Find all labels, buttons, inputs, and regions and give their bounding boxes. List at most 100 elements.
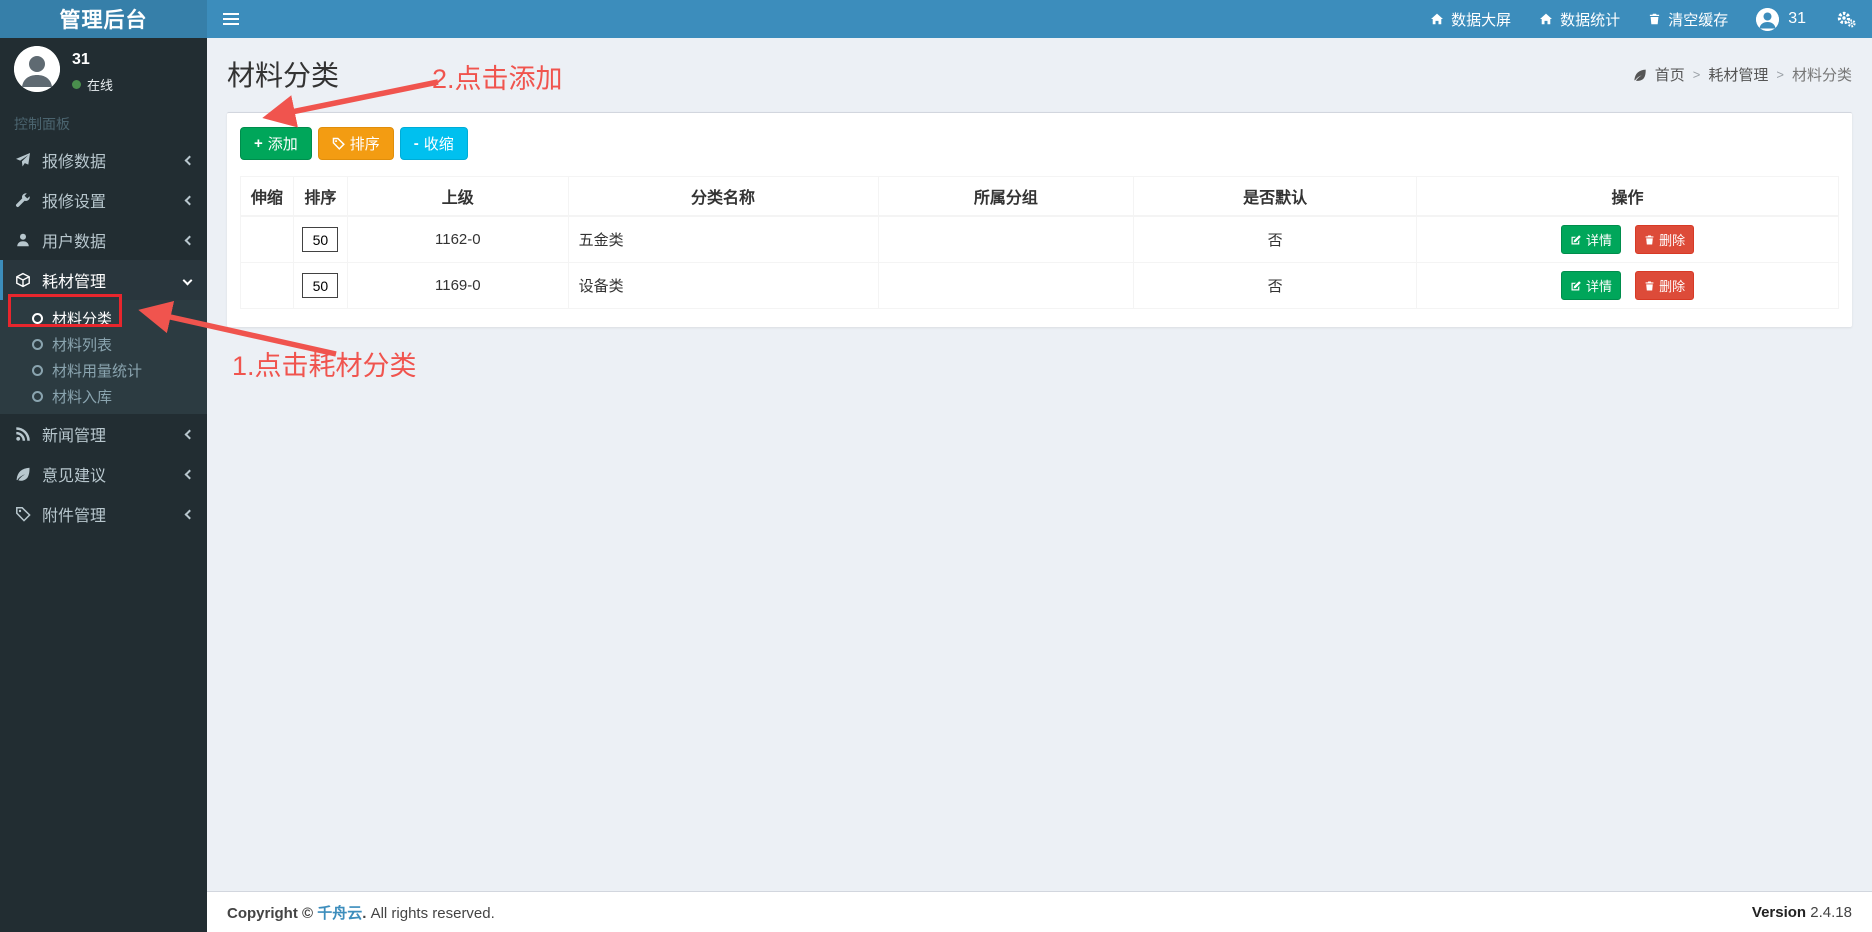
breadcrumb: 首页 > 耗材管理 > 材料分类 bbox=[1633, 64, 1852, 85]
cell-name: 设备类 bbox=[567, 262, 879, 309]
sort-button[interactable]: 排序 bbox=[317, 127, 394, 160]
user-menu[interactable]: 31 bbox=[1742, 0, 1820, 38]
hamburger-icon bbox=[223, 13, 239, 15]
nav-clear-cache[interactable]: 清空缓存 bbox=[1634, 0, 1742, 38]
sidebar-item-feedback[interactable]: 意见建议 bbox=[0, 454, 207, 494]
leaf-icon bbox=[1634, 69, 1646, 81]
breadcrumb-consumables[interactable]: 耗材管理 bbox=[1708, 64, 1768, 85]
chevron-down-icon bbox=[182, 275, 193, 285]
delete-button[interactable]: 删除 bbox=[1635, 271, 1695, 300]
toolbar: + 添加 排序 - 收缩 bbox=[240, 127, 1839, 160]
detail-button[interactable]: 详情 bbox=[1560, 271, 1621, 300]
cell-name: 五金类 bbox=[567, 215, 879, 263]
circle-icon bbox=[32, 312, 43, 324]
app-logo[interactable]: 管理后台 bbox=[0, 0, 207, 38]
top-navbar: 管理后台 数据大屏 数据统计 清空缓存 31 bbox=[0, 0, 1872, 38]
col-name: 分类名称 bbox=[567, 176, 879, 217]
trash-icon bbox=[1645, 281, 1654, 290]
category-table: 伸缩 排序 上级 分类名称 所属分组 是否默认 操作 1162-0 五金类 否 bbox=[240, 176, 1839, 309]
footer: Copyright © 千舟云. All rights reserved. Ve… bbox=[207, 891, 1872, 932]
tag-icon bbox=[332, 137, 345, 150]
consumables-submenu: 材料分类 材料列表 材料用量统计 材料入库 bbox=[0, 300, 207, 414]
col-parent: 上级 bbox=[347, 176, 569, 217]
user-icon bbox=[14, 232, 32, 248]
version-label: Version 2.4.18 bbox=[1751, 903, 1852, 921]
leaf-icon bbox=[14, 466, 32, 482]
cell-parent: 1162-0 bbox=[347, 215, 569, 263]
sidebar: 31 在线 控制面板 报修数据 报修设置 用户数据 耗材管理 材料分类 材料列表… bbox=[0, 38, 207, 932]
sidebar-item-material-inbound[interactable]: 材料入库 bbox=[0, 383, 207, 409]
table-row: 1169-0 设备类 否 详情 删除 bbox=[240, 262, 1839, 309]
rss-icon bbox=[14, 426, 32, 442]
breadcrumb-home[interactable]: 首页 bbox=[1655, 64, 1685, 85]
sort-input[interactable] bbox=[302, 273, 339, 298]
detail-button[interactable]: 详情 bbox=[1560, 225, 1621, 254]
delete-button[interactable]: 删除 bbox=[1635, 225, 1695, 254]
sidebar-section-label: 控制面板 bbox=[14, 116, 70, 132]
cell-stretch bbox=[240, 215, 294, 263]
cell-default: 否 bbox=[1133, 215, 1418, 263]
online-dot-icon bbox=[72, 80, 81, 89]
cell-sort bbox=[292, 262, 349, 309]
sidebar-item-material-usage-stats[interactable]: 材料用量统计 bbox=[0, 357, 207, 383]
cell-group bbox=[877, 215, 1135, 263]
trash-icon bbox=[1645, 235, 1654, 244]
sidebar-item-consumables[interactable]: 耗材管理 bbox=[0, 260, 207, 300]
edit-icon bbox=[1571, 234, 1581, 244]
home-icon bbox=[1540, 13, 1553, 25]
brand-link[interactable]: 千舟云 bbox=[317, 905, 362, 922]
table-row: 1162-0 五金类 否 详情 删除 bbox=[240, 215, 1839, 263]
chevron-left-icon bbox=[184, 235, 195, 245]
edit-icon bbox=[1571, 280, 1581, 290]
avatar bbox=[1756, 7, 1780, 31]
sidebar-item-user-data[interactable]: 用户数据 bbox=[0, 220, 207, 260]
col-actions: 操作 bbox=[1416, 176, 1839, 217]
navbar-right: 数据大屏 数据统计 清空缓存 31 bbox=[1416, 0, 1872, 38]
col-stretch: 伸缩 bbox=[240, 176, 294, 217]
col-group: 所属分组 bbox=[877, 176, 1135, 217]
table-header-row: 伸缩 排序 上级 分类名称 所属分组 是否默认 操作 bbox=[240, 176, 1839, 217]
sidebar-item-material-category[interactable]: 材料分类 bbox=[0, 305, 207, 331]
settings-button[interactable] bbox=[1820, 0, 1872, 38]
chevron-left-icon bbox=[184, 429, 195, 439]
sidebar-item-material-list[interactable]: 材料列表 bbox=[0, 331, 207, 357]
sidebar-item-repair-settings[interactable]: 报修设置 bbox=[0, 180, 207, 220]
nav-data-screen[interactable]: 数据大屏 bbox=[1416, 0, 1525, 38]
breadcrumb-current: 材料分类 bbox=[1791, 67, 1852, 84]
copyright: Copyright © 千舟云. All rights reserved. bbox=[227, 904, 495, 922]
plus-icon: + bbox=[254, 135, 263, 152]
user-badge: 31 bbox=[1788, 10, 1806, 27]
send-icon bbox=[14, 152, 32, 168]
page-title: 材料分类 bbox=[227, 60, 340, 91]
table-body: 1162-0 五金类 否 详情 删除 1169-0 设备类 否 详情 bbox=[240, 215, 1839, 309]
sidebar-user-status[interactable]: 在线 bbox=[72, 75, 113, 94]
gears-icon bbox=[1837, 11, 1856, 28]
cell-sort bbox=[292, 215, 349, 263]
wrench-icon bbox=[14, 192, 32, 208]
cell-group bbox=[877, 262, 1135, 309]
chevron-left-icon bbox=[184, 509, 195, 519]
circle-icon bbox=[32, 390, 43, 402]
add-button[interactable]: + 添加 bbox=[240, 127, 312, 160]
sidebar-item-attachments[interactable]: 附件管理 bbox=[0, 494, 207, 534]
chevron-left-icon bbox=[184, 195, 195, 205]
cell-default: 否 bbox=[1133, 262, 1418, 309]
col-default: 是否默认 bbox=[1133, 176, 1418, 217]
sort-input[interactable] bbox=[302, 227, 339, 252]
content-box: + 添加 排序 - 收缩 伸缩 排序 上级 分类名称 所属分组 是否默认 操作 … bbox=[227, 112, 1852, 327]
sidebar-item-repair-data[interactable]: 报修数据 bbox=[0, 140, 207, 180]
main-area: 材料分类 首页 > 耗材管理 > 材料分类 + 添加 排序 - 收缩 伸缩 排序… bbox=[207, 38, 1872, 932]
collapse-button[interactable]: - 收缩 bbox=[399, 127, 468, 160]
content: 材料分类 首页 > 耗材管理 > 材料分类 + 添加 排序 - 收缩 伸缩 排序… bbox=[207, 38, 1872, 891]
cell-actions: 详情 删除 bbox=[1416, 262, 1839, 309]
avatar bbox=[14, 46, 60, 92]
cube-icon bbox=[14, 272, 32, 288]
sidebar-toggle-button[interactable] bbox=[207, 0, 255, 38]
nav-data-stats[interactable]: 数据统计 bbox=[1525, 0, 1634, 38]
sidebar-item-news[interactable]: 新闻管理 bbox=[0, 414, 207, 454]
circle-icon bbox=[32, 338, 43, 350]
chevron-left-icon bbox=[184, 155, 195, 165]
sidebar-user-name: 31 bbox=[72, 51, 90, 68]
cell-stretch bbox=[240, 262, 294, 309]
chevron-left-icon bbox=[184, 469, 195, 479]
